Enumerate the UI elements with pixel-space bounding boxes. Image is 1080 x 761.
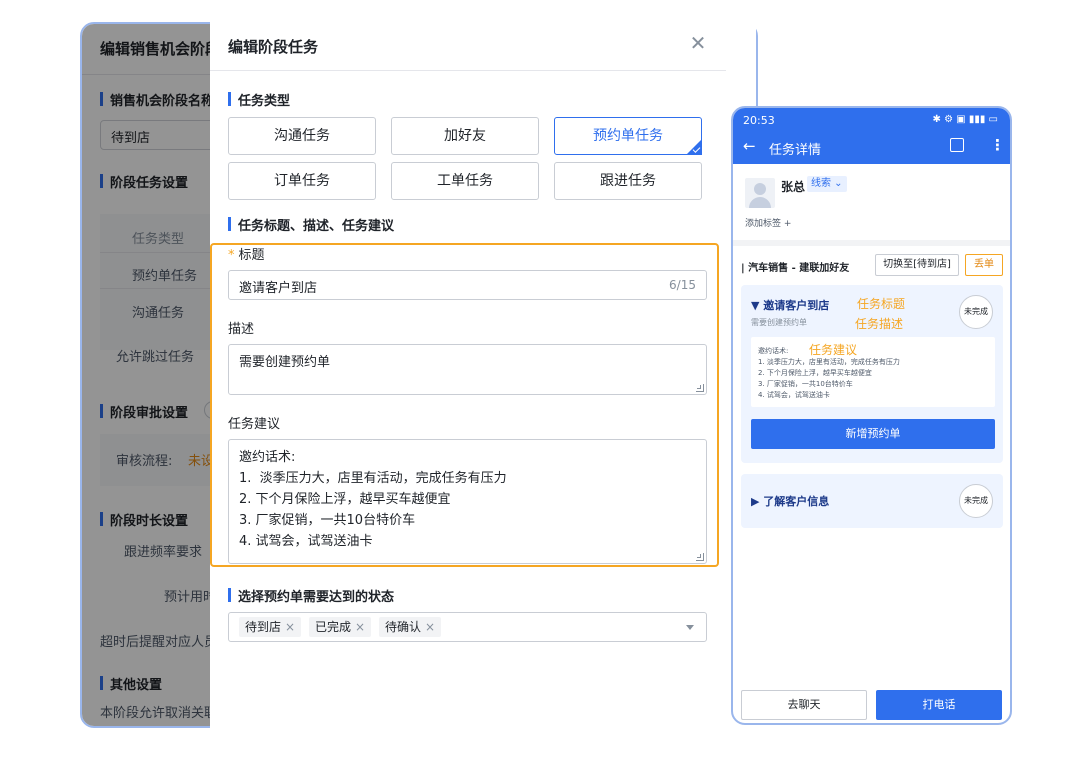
status-tag: 待确认 × <box>379 617 442 637</box>
advice-line: 3. 厂家促销，一共10台特价车 <box>758 380 853 388</box>
translate-icon[interactable] <box>950 138 964 152</box>
advice-line: 1. 淡季压力大，店里有活动，完成任务有压力 <box>758 358 900 366</box>
section-title-desc: 任务标题、描述、任务建议 <box>228 215 394 234</box>
switch-stage-button[interactable]: 切换至[待到店] <box>875 254 959 276</box>
status-tag-label: 待确认 <box>385 620 422 634</box>
task-type-follow-up[interactable]: 跟进任务 <box>554 162 702 200</box>
title-label-text: 标题 <box>238 248 265 263</box>
more-icon[interactable]: ⋮ <box>990 136 1005 154</box>
task-card-title[interactable]: ▼ 邀请客户到店 <box>751 297 829 313</box>
advice-line: 4. 试驾会，试驾送油卡 <box>239 534 373 549</box>
task-card-sub: 需要创建预约单 <box>751 318 807 327</box>
phone-header: 20:53 ✱ ⚙ ▣ ▮▮▮ ▭ ← 任务详情 ⋮ <box>733 108 1010 164</box>
stage-title-text: 汽车销售 - 建联加好友 <box>748 263 850 274</box>
task-type-communication[interactable]: 沟通任务 <box>228 117 376 155</box>
task-type-work-order[interactable]: 工单任务 <box>391 162 539 200</box>
add-tag-button[interactable]: 添加标签 + <box>745 216 791 229</box>
title-counter: 6/15 <box>669 278 696 292</box>
chat-button[interactable]: 去聊天 <box>741 690 867 720</box>
advice-line: 2. 下个月保险上浮，越早买车越便宜 <box>239 492 451 507</box>
drop-order-button[interactable]: 丢单 <box>965 254 1003 276</box>
annotation-task-title: 任务标题 <box>857 297 906 311</box>
lead-label: 线索 <box>811 178 831 189</box>
task-type-order[interactable]: 订单任务 <box>228 162 376 200</box>
desc-textarea[interactable]: 需要创建预约单 <box>228 344 707 395</box>
chevron-down-icon[interactable] <box>686 625 694 630</box>
desc-value: 需要创建预约单 <box>239 355 331 370</box>
status-time: 20:53 <box>743 114 775 127</box>
title-input-value: 邀请客户到店 <box>239 281 318 296</box>
edit-stage-task-modal: 编辑阶段任务 ✕ 任务类型 沟通任务 加好友 预约单任务 订单任务 工单任务 跟… <box>210 22 756 728</box>
required-mark: * <box>228 248 235 263</box>
status-tag-label: 已完成 <box>315 620 352 634</box>
background-dialog-body: 编辑销售机会阶段 销售机会阶段名称 待到店 阶段任务设置 任务类型 预约单任务 … <box>82 24 230 726</box>
remove-tag-icon[interactable]: × <box>355 620 365 634</box>
status-tag: 待到店 × <box>239 617 302 637</box>
divider <box>210 70 726 71</box>
task-card: ▶ 了解客户信息 未完成 <box>741 474 1003 528</box>
task-card: ▼ 邀请客户到店 需要创建预约单 任务标题 任务描述 未完成 邀约话术: 任务建… <box>741 285 1003 463</box>
add-appointment-button[interactable]: 新增预约单 <box>751 419 995 449</box>
remove-tag-icon[interactable]: × <box>285 620 295 634</box>
title-input[interactable]: 邀请客户到店 6/15 <box>228 270 707 300</box>
close-icon[interactable]: ✕ <box>687 32 709 54</box>
section-status: 选择预约单需要达到的状态 <box>228 586 394 605</box>
advice-line: 2. 下个月保险上浮，越早买车越便宜 <box>758 369 872 377</box>
advice-head: 邀约话术: <box>758 347 789 355</box>
advice-label: 任务建议 <box>228 417 281 432</box>
stage-title: | 汽车销售 - 建联加好友 <box>741 263 850 274</box>
back-arrow-icon[interactable]: ← <box>743 137 756 155</box>
modal-title: 编辑阶段任务 <box>228 38 319 56</box>
advice-line: 1. 淡季压力大，店里有活动，完成任务有压力 <box>239 471 507 486</box>
task-type-appointment[interactable]: 预约单任务 <box>554 117 702 155</box>
advice-line: 4. 试驾会，试驾送油卡 <box>758 391 830 399</box>
phone-preview: 20:53 ✱ ⚙ ▣ ▮▮▮ ▭ ← 任务详情 ⋮ 张总 线索 ⌄ 添加标签 … <box>731 106 1012 725</box>
section-task-type: 任务类型 <box>228 90 290 109</box>
task-type-add-friend[interactable]: 加好友 <box>391 117 539 155</box>
annotation-task-desc: 任务描述 <box>855 317 904 331</box>
advice-line: 邀约话术: <box>239 450 296 465</box>
remove-tag-icon[interactable]: × <box>425 620 435 634</box>
title-label: * 标题 <box>228 244 265 263</box>
desc-label: 描述 <box>228 322 255 337</box>
advice-textarea[interactable]: 邀约话术: 1. 淡季压力大，店里有活动，完成任务有压力 2. 下个月保险上浮，… <box>228 439 707 564</box>
avatar <box>745 178 775 208</box>
advice-box: 邀约话术: 任务建议 1. 淡季压力大，店里有活动，完成任务有压力 2. 下个月… <box>751 337 995 407</box>
divider <box>733 240 1010 246</box>
status-circle: 未完成 <box>959 484 993 518</box>
resize-handle-icon[interactable] <box>696 384 704 392</box>
status-tag-label: 待到店 <box>245 620 282 634</box>
resize-handle-icon[interactable] <box>696 553 704 561</box>
status-multiselect[interactable]: 待到店 × 已完成 × 待确认 × <box>228 612 707 642</box>
annotation-task-advice: 任务建议 <box>809 343 858 357</box>
lead-badge[interactable]: 线索 ⌄ <box>807 176 847 192</box>
contact-name: 张总 <box>781 180 806 194</box>
dim-overlay <box>82 24 212 726</box>
advice-line: 3. 厂家促销，一共10台特价车 <box>239 513 416 528</box>
status-circle: 未完成 <box>959 295 993 329</box>
task-type-appointment-label: 预约单任务 <box>593 128 663 144</box>
task-card-title[interactable]: ▶ 了解客户信息 <box>751 493 829 509</box>
phone-title: 任务详情 <box>769 143 822 158</box>
call-button[interactable]: 打电话 <box>876 690 1002 720</box>
task-card-title-text: 邀请客户到店 <box>763 299 830 312</box>
task-card-title-text: 了解客户信息 <box>763 495 830 508</box>
status-tag: 已完成 × <box>309 617 372 637</box>
checkmark-icon <box>686 139 702 155</box>
status-icons: ✱ ⚙ ▣ ▮▮▮ ▭ <box>932 114 998 125</box>
